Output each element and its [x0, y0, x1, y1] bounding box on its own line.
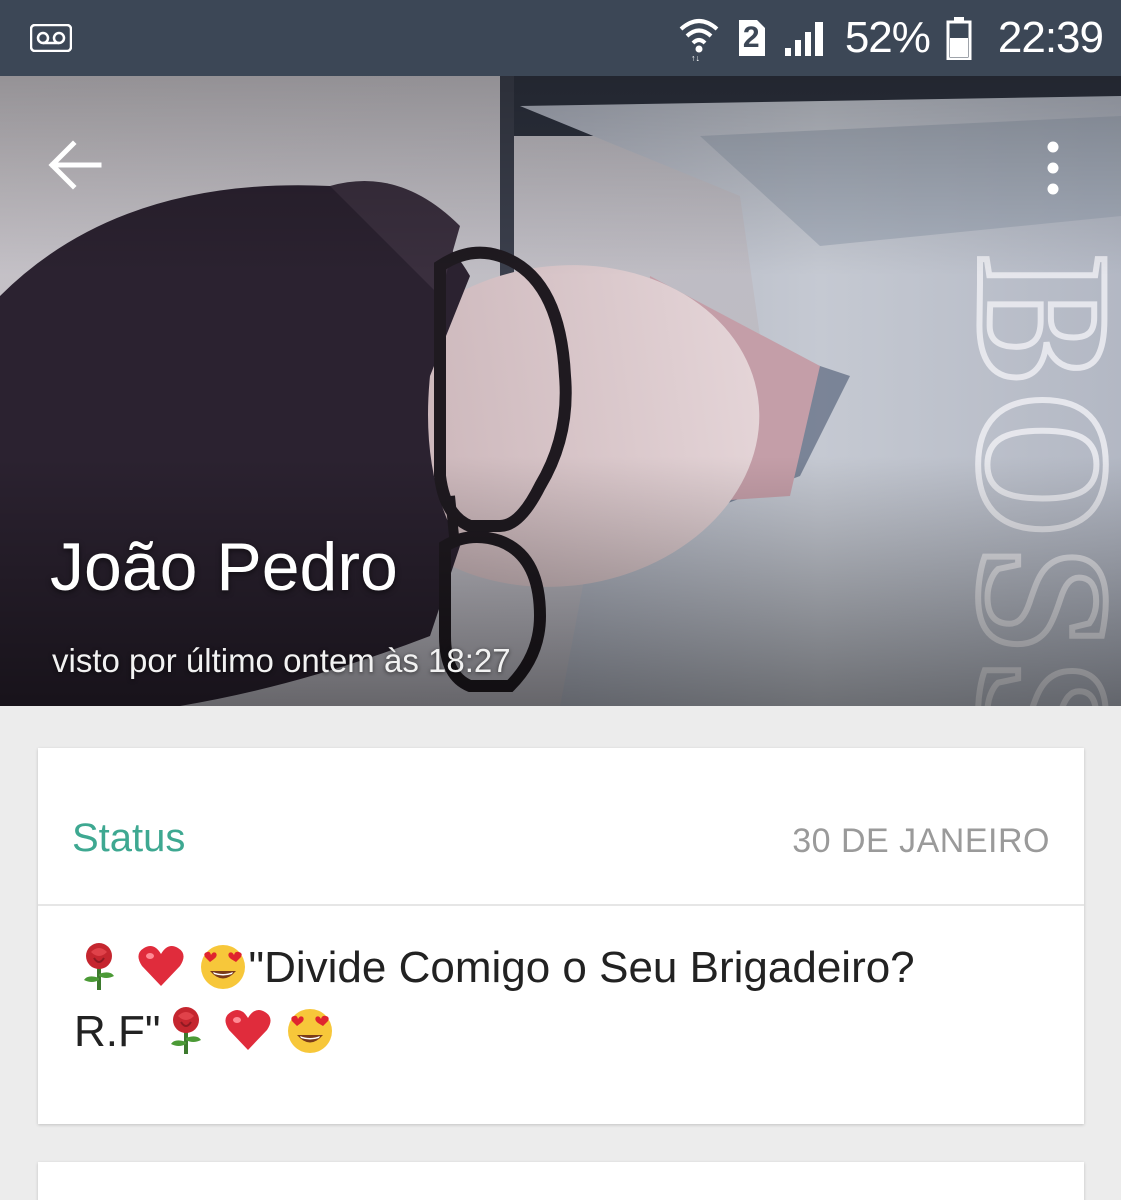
clock: 22:39	[997, 13, 1104, 62]
voicemail-icon	[30, 24, 72, 52]
status-icons: ↑↓ 2 52% 22:39	[677, 0, 1104, 76]
status-card-header: Status 30 DE JANEIRO	[38, 748, 1084, 906]
status-message[interactable]: "Divide Comigo o Seu Brigadeiro? R.F"	[74, 936, 1074, 1064]
rose-icon	[170, 1007, 201, 1054]
status-text-line2: R.F"	[74, 1007, 161, 1056]
last-seen-text: visto por último ontem às 18:27	[52, 642, 511, 679]
back-button[interactable]	[38, 128, 112, 202]
heart-icon	[138, 946, 184, 986]
status-bar: ↑↓ 2 52% 22:39	[0, 0, 1121, 76]
heart-eyes-icon	[201, 945, 246, 989]
status-date: 30 DE JANEIRO	[792, 822, 1050, 860]
heart-icon	[225, 1010, 271, 1050]
more-options-button[interactable]	[1023, 128, 1083, 208]
next-card	[38, 1162, 1084, 1200]
battery-percent: 52%	[844, 13, 931, 62]
battery-icon	[946, 17, 972, 60]
arrow-left-icon	[48, 140, 102, 190]
rose-icon	[84, 943, 114, 990]
status-text-line1: "Divide Comigo o Seu Brigadeiro?	[248, 943, 915, 992]
wifi-icon: ↑↓	[679, 19, 719, 61]
sim-label: 2	[742, 21, 760, 54]
heart-eyes-icon	[287, 1009, 332, 1053]
contact-name: João Pedro	[50, 529, 398, 605]
profile-header: BOSS João Pedro visto por último ontem à…	[0, 76, 1121, 706]
svg-text:↑↓: ↑↓	[691, 53, 700, 61]
profile-photo[interactable]: BOSS	[0, 76, 1121, 706]
contact-info-screen: ↑↓ 2 52% 22:39 João Pedro visto por últi…	[0, 0, 1121, 1200]
signal-icon	[784, 22, 823, 56]
status-section-title: Status	[72, 816, 186, 860]
status-card: Status 30 DE JANEIRO "Divide Comigo o Se…	[38, 748, 1084, 1124]
more-vert-icon	[1047, 141, 1059, 195]
sim-2-icon: 2	[737, 18, 767, 58]
